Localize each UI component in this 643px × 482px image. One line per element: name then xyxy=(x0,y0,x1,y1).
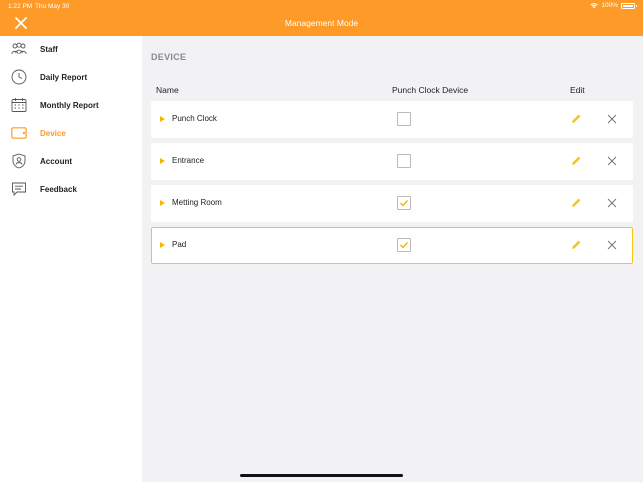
expand-arrow-icon[interactable] xyxy=(160,116,165,122)
close-icon[interactable] xyxy=(607,198,617,208)
sidebar-item-label: Daily Report xyxy=(40,72,88,82)
device-name: Metting Room xyxy=(172,198,222,207)
battery-icon xyxy=(621,2,637,9)
expand-arrow-icon[interactable] xyxy=(160,158,165,164)
status-time: 1:22 PM xyxy=(8,3,33,10)
pencil-icon[interactable] xyxy=(570,239,582,251)
sidebar-item-staff[interactable]: Staff xyxy=(0,36,142,62)
status-right: 100% xyxy=(590,2,637,9)
account-shield-icon xyxy=(11,153,27,169)
punch-clock-checkbox[interactable] xyxy=(397,154,411,168)
column-header-edit: Edit xyxy=(570,85,585,95)
expand-arrow-icon[interactable] xyxy=(160,242,165,248)
close-icon[interactable] xyxy=(607,156,617,166)
top-bar: 1:22 PM Thu May 30 100% Management Mode xyxy=(0,0,643,36)
checkmark-icon xyxy=(400,242,409,249)
sidebar-item-label: Device xyxy=(40,128,66,138)
table-row[interactable]: Pad xyxy=(151,227,633,264)
pencil-icon[interactable] xyxy=(570,113,582,125)
device-name: Entrance xyxy=(172,156,205,165)
table-row[interactable]: Entrance xyxy=(151,143,633,180)
sidebar-item-account[interactable]: Account xyxy=(0,148,142,174)
column-header-name: Name xyxy=(156,85,179,95)
sidebar-item-label: Account xyxy=(40,156,72,166)
status-date: Thu May 30 xyxy=(35,3,70,10)
expand-arrow-icon[interactable] xyxy=(160,200,165,206)
close-icon[interactable] xyxy=(607,114,617,124)
sidebar-item-label: Staff xyxy=(40,44,58,54)
section-title: DEVICE xyxy=(151,52,187,62)
clock-icon xyxy=(11,69,27,85)
home-indicator xyxy=(240,474,403,477)
sidebar-item-monthly-report[interactable]: Monthly Report xyxy=(0,92,142,118)
sidebar-item-label: Monthly Report xyxy=(40,100,99,110)
pencil-icon[interactable] xyxy=(570,197,582,209)
sidebar-item-device[interactable]: Device xyxy=(0,120,142,146)
punch-clock-checkbox[interactable] xyxy=(397,196,411,210)
punch-clock-checkbox[interactable] xyxy=(397,238,411,252)
wifi-icon xyxy=(590,2,599,8)
device-name: Pad xyxy=(172,240,187,249)
close-icon[interactable] xyxy=(607,240,617,250)
chat-icon xyxy=(11,181,27,197)
sidebar-item-label: Feedback xyxy=(40,184,77,194)
device-panel: DEVICE Name Punch Clock Device Edit Punc… xyxy=(142,36,643,482)
punch-clock-checkbox[interactable] xyxy=(397,112,411,126)
calendar-icon xyxy=(11,97,27,113)
sidebar-item-daily-report[interactable]: Daily Report xyxy=(0,64,142,90)
tablet-icon xyxy=(11,125,27,141)
battery-percent: 100% xyxy=(601,2,618,9)
page-title: Management Mode xyxy=(284,18,359,28)
column-header-punch-clock-device: Punch Clock Device xyxy=(392,85,469,95)
sidebar: Staff Daily Report Monthly Report Device xyxy=(0,36,142,482)
pencil-icon[interactable] xyxy=(570,155,582,167)
table-row[interactable]: Punch Clock xyxy=(151,101,633,138)
sidebar-item-feedback[interactable]: Feedback xyxy=(0,176,142,202)
people-icon xyxy=(11,41,27,57)
checkmark-icon xyxy=(400,200,409,207)
table-row[interactable]: Metting Room xyxy=(151,185,633,222)
device-name: Punch Clock xyxy=(172,114,217,123)
